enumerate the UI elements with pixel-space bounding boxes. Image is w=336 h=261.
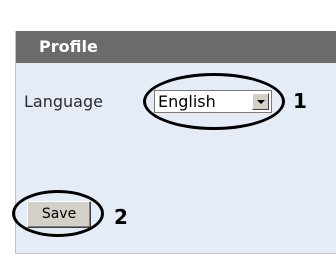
panel-header: Profile bbox=[16, 31, 336, 63]
annotation-number-1: 1 bbox=[293, 89, 307, 113]
save-button[interactable]: Save bbox=[27, 201, 91, 228]
screenshot-canvas: Profile Language English 1 Save 2 bbox=[0, 0, 336, 261]
language-select-value: English bbox=[158, 92, 216, 111]
chevron-down-icon[interactable] bbox=[252, 93, 269, 110]
language-select[interactable]: English bbox=[154, 90, 272, 113]
panel-title: Profile bbox=[39, 37, 98, 56]
language-label: Language bbox=[24, 92, 103, 111]
annotation-number-2: 2 bbox=[114, 205, 128, 229]
